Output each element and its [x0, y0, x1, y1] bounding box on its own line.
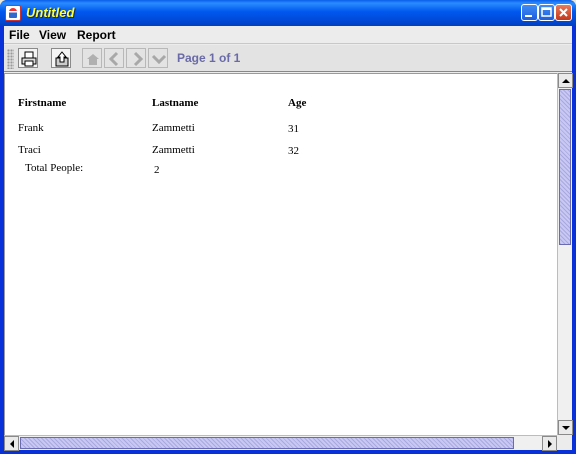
report-viewport[interactable]: Firstname Lastname Age Frank Zammetti 31… [4, 73, 557, 435]
toolbar: Page 1 of 1 [4, 45, 572, 72]
maximize-button[interactable] [538, 4, 555, 21]
export-icon [55, 51, 69, 67]
row-1-lastname: Zammetti [152, 122, 195, 134]
title-bar[interactable]: Untitled [0, 0, 576, 26]
row-2-firstname: Traci [18, 144, 41, 156]
maximize-icon [541, 7, 552, 17]
menu-report[interactable]: Report [77, 27, 116, 43]
page-indicator: Page 1 of 1 [177, 51, 241, 65]
arrow-down-icon [562, 426, 570, 430]
next-page-icon [133, 51, 144, 67]
window-title: Untitled [26, 5, 75, 20]
menu-view[interactable]: View [39, 27, 66, 43]
previous-page-button[interactable] [104, 48, 124, 68]
arrow-left-icon [10, 440, 14, 448]
header-lastname: Lastname [152, 97, 199, 109]
horizontal-scrollbar[interactable] [4, 435, 557, 451]
app-window: Untitled File View Report Page 1 of 1 Fi… [0, 0, 576, 454]
scroll-up-button[interactable] [558, 73, 573, 88]
scroll-right-button[interactable] [542, 436, 557, 451]
toolbar-grip[interactable] [7, 49, 14, 69]
row-2-age: 32 [288, 145, 299, 157]
vertical-scroll-thumb[interactable] [559, 89, 571, 245]
scroll-down-button[interactable] [558, 420, 573, 435]
menu-bar: File View Report [4, 26, 572, 44]
row-1-age: 31 [288, 123, 299, 135]
close-icon [559, 8, 568, 17]
previous-page-icon [108, 51, 119, 67]
minimize-button[interactable] [521, 4, 538, 21]
row-1-firstname: Frank [18, 122, 44, 134]
close-button[interactable] [555, 4, 572, 21]
header-age: Age [288, 97, 307, 109]
java-app-icon[interactable] [5, 5, 21, 21]
arrow-up-icon [562, 79, 570, 83]
header-firstname: Firstname [18, 97, 67, 109]
minimize-icon [525, 15, 532, 17]
menu-file[interactable]: File [9, 27, 30, 43]
last-page-icon [151, 54, 167, 65]
scrollbar-corner [557, 435, 572, 450]
horizontal-scroll-thumb[interactable] [20, 437, 514, 449]
row-2-lastname: Zammetti [152, 144, 195, 156]
first-page-icon [87, 54, 99, 65]
next-page-button[interactable] [126, 48, 146, 68]
print-button[interactable] [18, 48, 38, 68]
first-page-button[interactable] [82, 48, 102, 68]
arrow-right-icon [548, 440, 552, 448]
printer-icon [21, 51, 37, 67]
last-page-button[interactable] [148, 48, 168, 68]
client-area: File View Report Page 1 of 1 Firstname L… [4, 26, 573, 451]
summary-value: 2 [154, 164, 160, 176]
summary-label: Total People: [25, 162, 84, 174]
vertical-scrollbar[interactable] [557, 73, 573, 435]
export-button[interactable] [51, 48, 71, 68]
scroll-left-button[interactable] [4, 436, 19, 451]
